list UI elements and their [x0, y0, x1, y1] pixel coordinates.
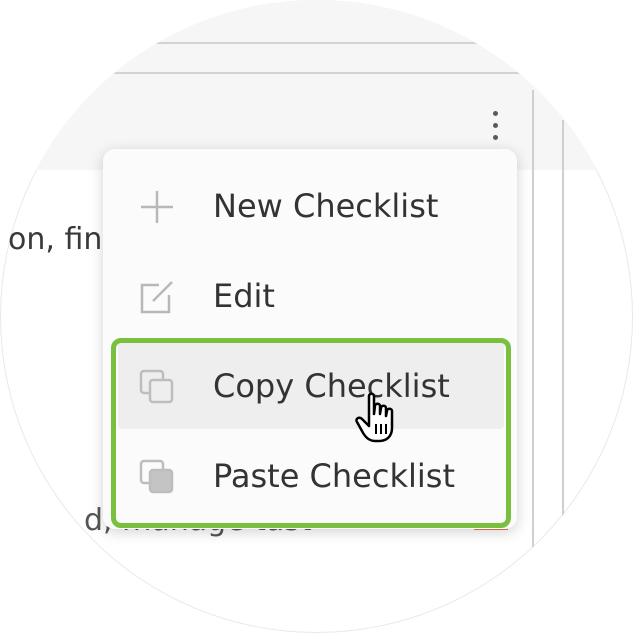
divider — [120, 42, 540, 44]
menu-item-label: Paste Checklist — [213, 457, 455, 495]
background-header-area — [0, 0, 633, 170]
menu-item-copy-checklist[interactable]: Copy Checklist — [103, 342, 517, 430]
divider — [100, 72, 540, 74]
panel-border — [532, 90, 534, 560]
menu-item-paste-checklist[interactable]: Paste Checklist — [103, 432, 517, 520]
menu-lower-items: Copy Checklist Paste Checklist — [103, 149, 517, 529]
copy-icon — [139, 369, 174, 404]
paste-icon — [139, 459, 174, 494]
hand-pointer-cursor-icon — [355, 392, 394, 443]
menu-item-label: Copy Checklist — [213, 367, 450, 405]
panel-border — [562, 120, 564, 550]
zoom-circle: on, fin d, manage tast New Checklist Edi… — [0, 0, 633, 633]
more-options-icon[interactable] — [488, 111, 502, 143]
background-text: on, fin — [8, 222, 103, 257]
